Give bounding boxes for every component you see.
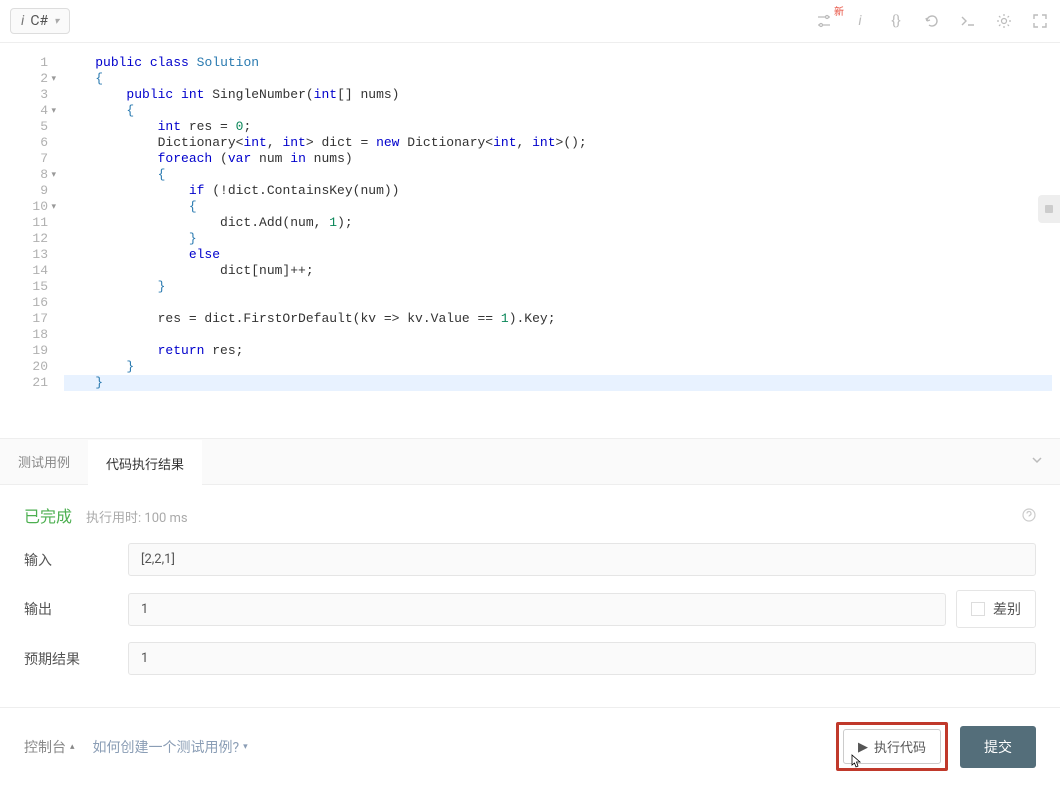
help-icon[interactable] [1022, 508, 1036, 526]
code-editor[interactable]: 123456789101112131415161718192021 public… [0, 43, 1060, 438]
top-toolbar: i C# ▾ i {} [0, 0, 1060, 43]
play-icon: ▶ [858, 739, 868, 755]
input-label: 输入 [24, 550, 128, 570]
bottom-bar: 控制台 ▴ 如何创建一个测试用例? ▾ ▶ 执行代码 提交 [0, 707, 1060, 785]
chevron-up-icon: ▴ [70, 742, 75, 752]
collapse-panel-icon[interactable] [1014, 453, 1060, 471]
submit-button[interactable]: 提交 [960, 726, 1036, 768]
diff-label: 差别 [993, 599, 1021, 619]
braces-icon[interactable]: {} [886, 11, 906, 31]
how-create-testcase-link[interactable]: 如何创建一个测试用例? ▾ [93, 737, 248, 757]
tab-result[interactable]: 代码执行结果 [88, 440, 202, 485]
language-prefix-icon: i [21, 13, 24, 29]
terminal-icon[interactable] [958, 11, 978, 31]
result-panel: 已完成 执行用时: 100 ms 输入 [2,2,1] 输出 1 差别 预期结果… [0, 485, 1060, 707]
run-button-highlight: ▶ 执行代码 [836, 722, 948, 771]
result-tabs: 测试用例 代码执行结果 [0, 438, 1060, 485]
side-collapse-tab[interactable] [1038, 195, 1060, 223]
line-number-gutter: 123456789101112131415161718192021 [0, 43, 56, 438]
result-runtime: 执行用时: 100 ms [86, 507, 188, 526]
tab-testcase[interactable]: 测试用例 [0, 440, 88, 483]
input-value: [2,2,1] [128, 543, 1036, 576]
expected-value: 1 [128, 642, 1036, 675]
expected-label: 预期结果 [24, 649, 128, 669]
diff-square-icon [971, 602, 985, 616]
chevron-down-icon: ▾ [243, 742, 248, 752]
fullscreen-icon[interactable] [1030, 11, 1050, 31]
result-status: 已完成 [24, 503, 72, 527]
info-icon[interactable]: i [850, 11, 870, 31]
toolbar-right: i {} [814, 11, 1050, 31]
code-content[interactable]: public class Solution { public int Singl… [56, 43, 1060, 438]
output-value: 1 [128, 593, 946, 626]
console-toggle[interactable]: 控制台 ▴ [24, 737, 75, 757]
output-label: 输出 [24, 599, 128, 619]
cursor-pointer-icon [849, 754, 863, 774]
diff-button[interactable]: 差别 [956, 590, 1036, 628]
gear-icon[interactable] [994, 11, 1014, 31]
language-selector[interactable]: i C# ▾ [10, 8, 70, 34]
chevron-down-icon: ▾ [54, 16, 59, 27]
settings-adjust-icon[interactable] [814, 11, 834, 31]
undo-icon[interactable] [922, 11, 942, 31]
language-label: C# [30, 13, 48, 29]
